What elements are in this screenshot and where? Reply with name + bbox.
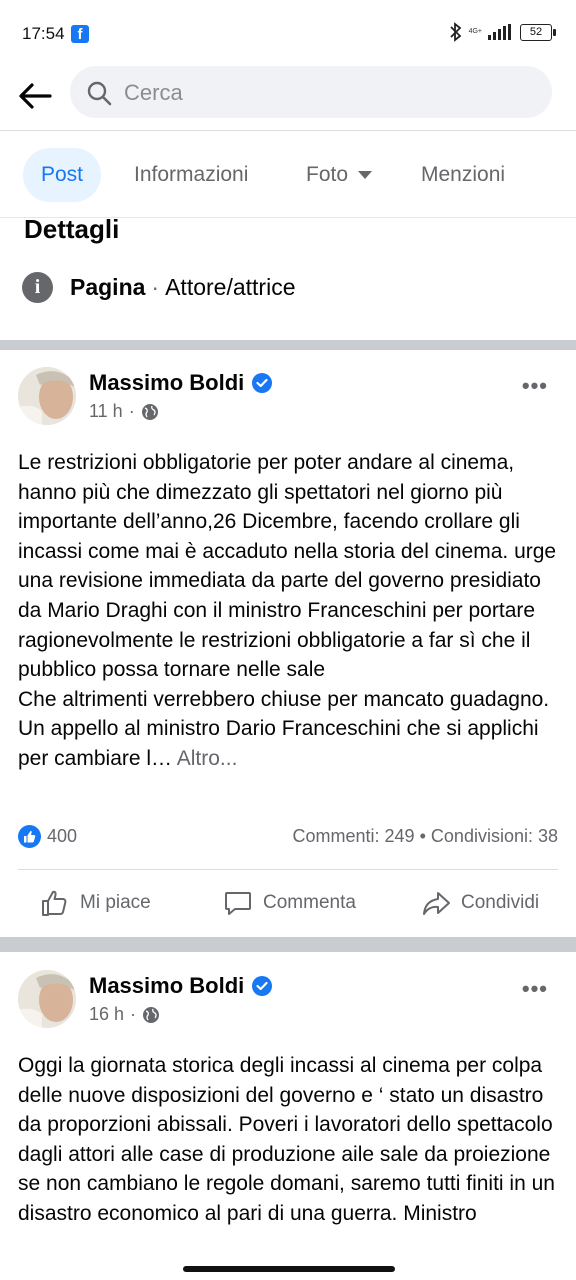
tab-informazioni[interactable]: Informazioni — [134, 148, 248, 202]
comment-label: Commenta — [263, 892, 356, 913]
search-bar[interactable] — [70, 66, 552, 120]
section-divider — [0, 340, 576, 350]
bluetooth-icon — [449, 22, 461, 42]
like-label: Mi piace — [80, 892, 151, 913]
post-meta: 11 h · — [89, 401, 159, 422]
meta-dot: · — [130, 1004, 137, 1024]
network-type: 4G+ — [468, 28, 482, 35]
avatar-image — [18, 367, 76, 425]
post-meta: 16 h · — [89, 1004, 160, 1025]
comment-button[interactable]: Commenta — [223, 888, 356, 918]
page-category: Attore/attrice — [165, 273, 296, 300]
post-author[interactable]: Massimo Boldi — [89, 973, 273, 999]
home-indicator[interactable] — [183, 1266, 395, 1272]
globe-icon — [141, 403, 158, 420]
share-label: Condividi — [461, 892, 540, 913]
comments-count[interactable]: Commenti: 249 — [293, 826, 415, 846]
verified-badge-icon — [252, 373, 273, 393]
avatar[interactable] — [18, 970, 76, 1028]
tab-post[interactable]: Post — [23, 148, 102, 202]
likes-count[interactable]: 400 — [47, 826, 77, 847]
more-options-icon[interactable]: ••• — [522, 373, 548, 399]
post-text-main: Le restrizioni obbligatorie per poter an… — [18, 451, 557, 682]
post-time[interactable]: 11 h — [89, 401, 123, 422]
back-arrow-icon — [19, 83, 52, 109]
count-bullet: • — [419, 826, 426, 846]
battery-icon: 52 — [520, 23, 556, 41]
tab-foto[interactable]: Foto — [306, 148, 373, 202]
globe-icon — [143, 1006, 160, 1023]
share-button[interactable]: Condividi — [421, 888, 539, 918]
page-label: Pagina — [70, 273, 146, 300]
post-stats: 400 Commenti: 249 • Condivisioni: 38 — [18, 823, 558, 853]
share-icon — [423, 892, 450, 915]
avatar[interactable] — [18, 367, 76, 425]
thumbs-up-icon — [42, 890, 67, 916]
post-text: Le restrizioni obbligatorie per poter an… — [18, 448, 564, 774]
like-reaction-icon — [18, 825, 41, 848]
meta-dot: · — [128, 401, 135, 421]
section-divider — [0, 937, 576, 952]
shares-count[interactable]: Condivisioni: 38 — [431, 826, 558, 846]
post-text: Oggi la giornata storica degli incassi a… — [18, 1054, 555, 1225]
like-button[interactable]: Mi piace — [40, 888, 151, 918]
caret-down-icon — [358, 171, 373, 180]
author-name: Massimo Boldi — [89, 370, 245, 395]
post-card: Massimo Boldi 16 h · ••• Oggi la giornat… — [0, 970, 576, 1270]
see-more-link[interactable]: Altro... — [177, 747, 238, 770]
status-time: 17:54 — [22, 24, 65, 43]
post-time[interactable]: 16 h — [89, 1004, 124, 1025]
post-actions: Mi piace Commenta Condividi — [18, 869, 558, 936]
more-options-icon[interactable]: ••• — [522, 976, 548, 1002]
comment-icon — [225, 892, 251, 915]
info-icon: i — [22, 271, 53, 303]
verified-badge-icon — [252, 976, 273, 996]
top-bar — [0, 66, 576, 131]
search-icon — [87, 81, 112, 106]
signal-icon — [488, 24, 511, 40]
search-input[interactable] — [122, 66, 526, 120]
engagement-counts: Commenti: 249 • Condivisioni: 38 — [293, 826, 558, 847]
separator: · — [151, 273, 160, 300]
tab-foto-label: Foto — [306, 163, 349, 186]
author-name: Massimo Boldi — [89, 973, 245, 998]
post-card: Massimo Boldi 11 h · ••• Le restrizioni … — [0, 367, 576, 937]
details-title: Dettagli — [24, 214, 120, 244]
post-author[interactable]: Massimo Boldi — [89, 370, 273, 396]
page-category-row: i Pagina · Attore/attrice — [22, 270, 295, 304]
back-button[interactable] — [16, 76, 56, 116]
facebook-notification-icon: f — [71, 25, 89, 43]
status-icons: 4G+ 52 — [449, 22, 556, 42]
avatar-image — [18, 970, 76, 1028]
tab-menzioni[interactable]: Menzioni — [421, 148, 505, 202]
profile-tabs: Post Informazioni Foto Menzioni — [0, 131, 576, 218]
status-bar: 17:54 f 4G+ 52 — [0, 0, 576, 66]
post-text-continued: Che altrimenti verrebbero chiuse per man… — [18, 687, 550, 770]
